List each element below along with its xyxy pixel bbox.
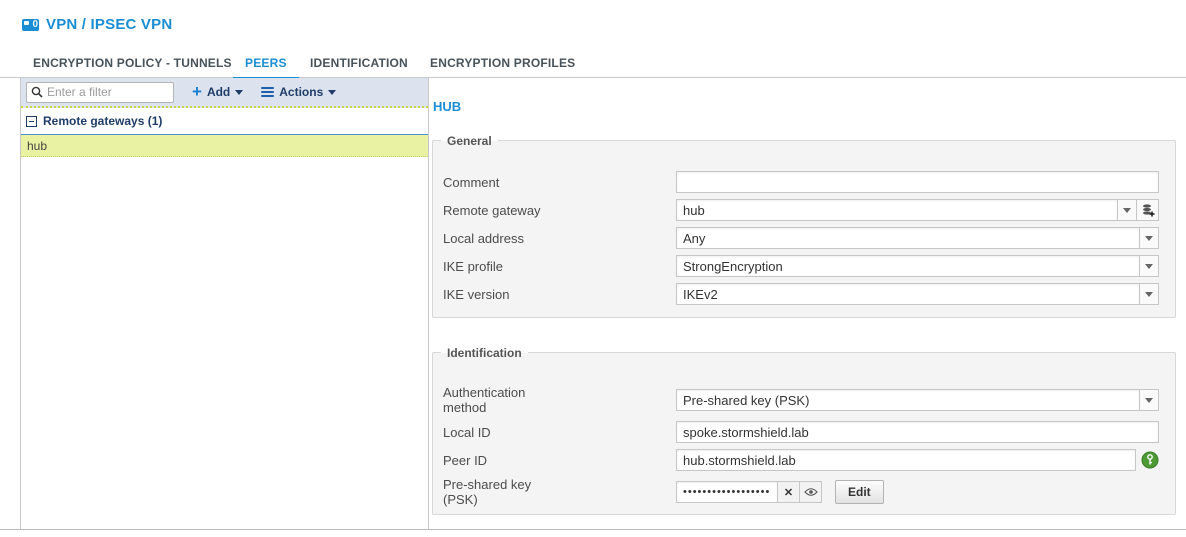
comment-input[interactable] [676, 171, 1159, 193]
chevron-down-icon [1123, 207, 1131, 213]
local-address-dropdown-button[interactable] [1139, 227, 1159, 249]
peer-id-row: Peer ID [443, 449, 1159, 471]
chevron-down-icon [328, 90, 337, 95]
remote-gateway-dropdown-button[interactable] [1117, 199, 1137, 221]
tree-group-label: Remote gateways (1) [43, 114, 163, 128]
close-icon: ✕ [783, 486, 794, 499]
peers-toolbar: + Add Actions [21, 78, 428, 108]
comment-row: Comment [443, 171, 1159, 193]
filter-input[interactable] [47, 85, 165, 99]
tab-identification[interactable]: IDENTIFICATION [310, 56, 408, 77]
local-id-input[interactable] [676, 421, 1159, 443]
ike-version-dropdown-button[interactable] [1139, 283, 1159, 305]
chevron-down-icon [1145, 235, 1153, 241]
breadcrumb: VPN / IPSEC VPN [22, 16, 172, 33]
ike-profile-dropdown-button[interactable] [1139, 255, 1159, 277]
local-id-row: Local ID [443, 421, 1159, 443]
tab-encryption-policy-tunnels[interactable]: ENCRYPTION POLICY - TUNNELS [33, 56, 232, 77]
ike-version-row: IKE version [443, 283, 1159, 305]
psk-row: Pre-shared key (PSK) ✕ Edit [443, 477, 1159, 507]
general-section: General Comment Remote gateway hub Local… [432, 133, 1176, 318]
tab-encryption-profiles[interactable]: ENCRYPTION PROFILES [430, 56, 575, 77]
local-address-input[interactable] [676, 227, 1139, 249]
auth-method-dropdown-button[interactable] [1139, 389, 1159, 411]
comment-label: Comment [443, 174, 500, 190]
tab-bar: ENCRYPTION POLICY - TUNNELS PEERS IDENTI… [0, 56, 1186, 80]
local-id-label: Local ID [443, 424, 491, 440]
vpn-module-icon [22, 18, 39, 31]
peer-detail-title: HUB [433, 99, 462, 114]
ike-profile-input[interactable] [676, 255, 1139, 277]
ike-profile-combo [676, 255, 1159, 277]
actions-button-label: Actions [279, 85, 324, 99]
key-status-icon[interactable] [1141, 451, 1159, 469]
psk-edit-button[interactable]: Edit [835, 480, 884, 504]
eye-icon [803, 488, 818, 496]
bottom-divider [0, 529, 1186, 530]
page-title: VPN / IPSEC VPN [46, 16, 173, 33]
ike-version-input[interactable] [676, 283, 1139, 305]
peer-id-input[interactable] [676, 449, 1136, 471]
psk-label: Pre-shared key (PSK) [443, 477, 532, 507]
chevron-down-icon [1145, 263, 1153, 269]
auth-method-combo [676, 389, 1159, 411]
collapse-icon[interactable] [26, 115, 37, 127]
ike-profile-label: IKE profile [443, 258, 503, 274]
chevron-down-icon [1145, 291, 1153, 297]
create-object-button[interactable] [1137, 199, 1159, 221]
actions-button[interactable]: Actions [261, 85, 337, 99]
search-icon [31, 86, 43, 98]
peers-list-panel: + Add Actions Remote gateways (1) hub [20, 78, 429, 530]
ike-version-label: IKE version [443, 286, 510, 302]
local-address-combo [676, 227, 1159, 249]
remote-gateway-input[interactable] [676, 199, 1117, 221]
identification-section: Identification Authentication method Loc… [432, 345, 1176, 515]
auth-method-input[interactable] [676, 389, 1139, 411]
auth-method-label: Authentication method [443, 385, 526, 415]
psk-show-button[interactable] [800, 481, 822, 503]
chevron-down-icon [235, 90, 244, 95]
remote-gateway-row: Remote gateway [443, 199, 1159, 221]
remote-gateway-label: Remote gateway [443, 202, 541, 218]
plus-icon: + [192, 82, 202, 101]
peer-id-label: Peer ID [443, 452, 488, 468]
ike-version-combo [676, 283, 1159, 305]
auth-method-row: Authentication method [443, 385, 1159, 415]
psk-input[interactable] [676, 481, 778, 503]
psk-clear-button[interactable]: ✕ [778, 481, 800, 503]
tab-peers[interactable]: PEERS [233, 56, 299, 80]
add-button-label: Add [206, 85, 231, 99]
tree-group-remote-gateways[interactable]: Remote gateways (1) [21, 108, 428, 135]
chevron-down-icon [1145, 397, 1153, 403]
filter-box[interactable] [26, 81, 174, 103]
general-section-legend: General [441, 133, 498, 149]
local-address-row: Local address [443, 227, 1159, 249]
local-address-label: Local address [443, 230, 524, 246]
menu-icon [261, 85, 275, 99]
remote-gateway-combo [676, 199, 1159, 221]
add-button[interactable]: + Add [192, 82, 244, 101]
identification-section-legend: Identification [441, 345, 528, 361]
ike-profile-row: IKE profile [443, 255, 1159, 277]
tree-item-hub[interactable]: hub [21, 135, 428, 157]
object-stack-add-icon [1142, 204, 1154, 217]
